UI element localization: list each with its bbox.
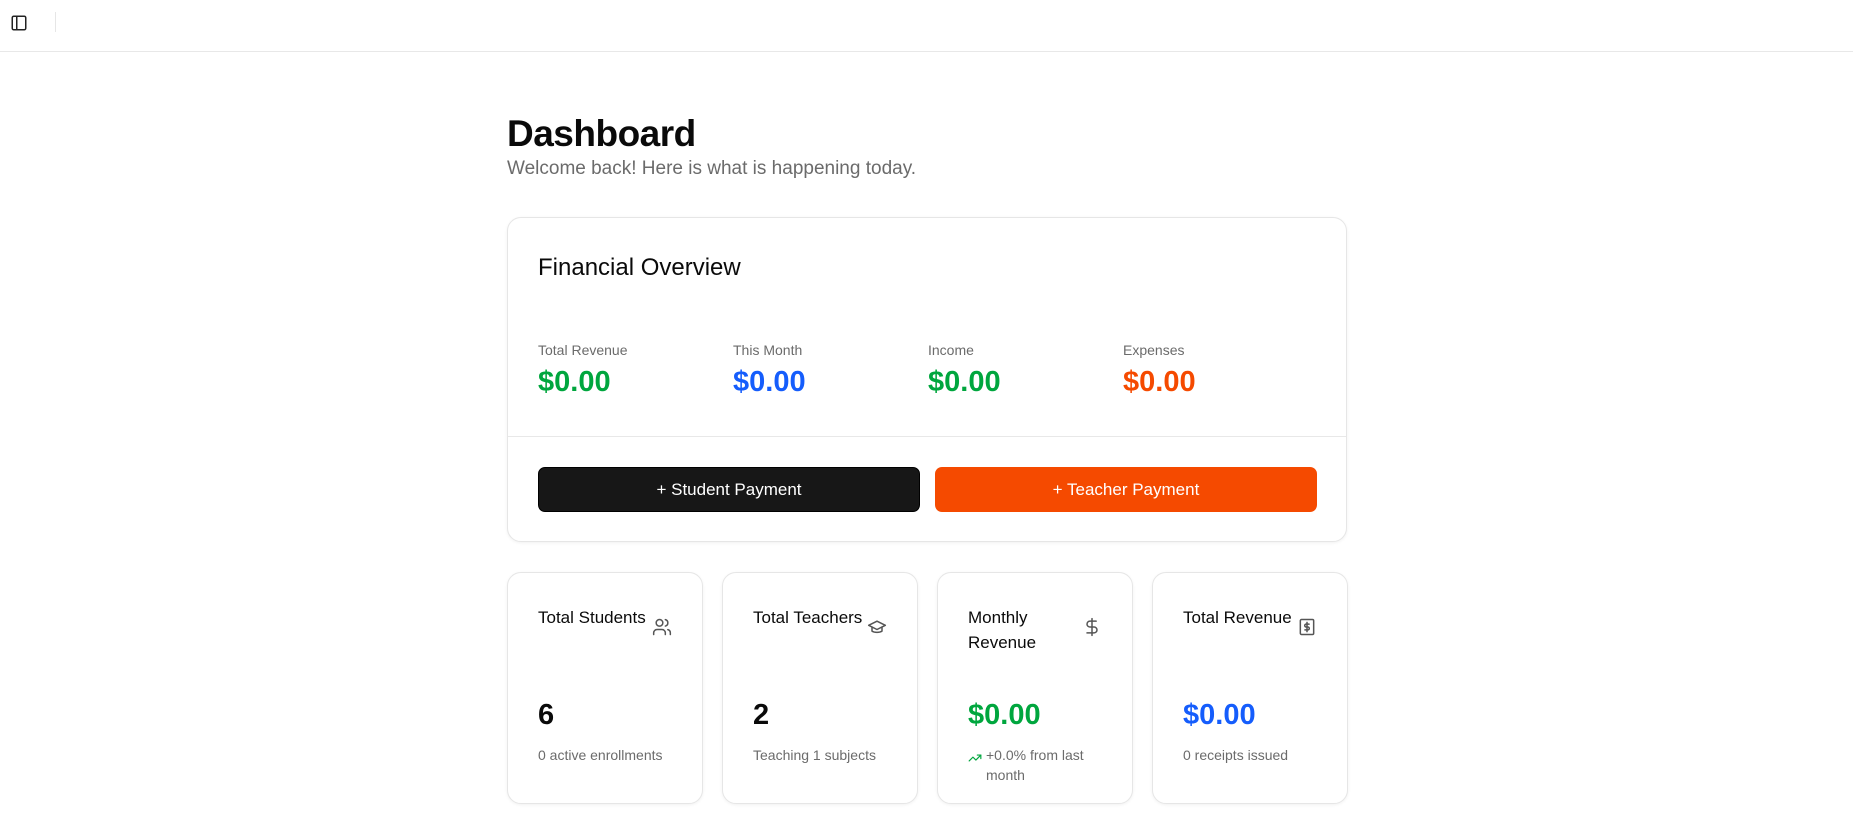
topbar-divider — [55, 12, 56, 32]
fin-stat-value: $0.00 — [733, 366, 806, 398]
fin-stat-value: $0.00 — [1123, 366, 1196, 398]
stat-card-value: 6 — [538, 699, 555, 731]
fin-stat-total-revenue: Total Revenue $0.00 — [538, 342, 733, 399]
fin-stat-label: This Month — [733, 342, 803, 358]
total-revenue-card: Total Revenue $0.00 0 receipts issued — [1152, 572, 1348, 804]
dollar-sign-icon — [1082, 617, 1102, 637]
trend-text: +0.0% from last month — [986, 747, 1084, 783]
fin-stat-value: $0.00 — [928, 366, 1001, 398]
stat-card-title: Monthly Revenue — [968, 608, 1037, 652]
fin-stat-label: Income — [928, 342, 974, 358]
stat-card-subtext: 0 receipts issued — [1183, 747, 1289, 763]
fin-stat-label: Expenses — [1123, 342, 1185, 358]
trending-up-icon — [968, 754, 982, 762]
monthly-revenue-card: Monthly Revenue $0.00 +0.0% from last mo… — [937, 572, 1133, 804]
fin-stat-expenses: Expenses $0.00 — [1123, 342, 1318, 399]
fin-stat-value: $0.00 — [538, 366, 611, 398]
stat-card-value: $0.00 — [1183, 699, 1256, 731]
stat-card-title: Total Students — [538, 608, 646, 627]
stat-cards: Total Students 6 0 active enrollments To… — [507, 572, 1348, 804]
stat-card-value: $0.00 — [968, 699, 1041, 731]
fin-stat-this-month: This Month $0.00 — [733, 342, 928, 399]
financial-overview-title: Financial Overview — [538, 254, 741, 281]
add-student-payment-button[interactable]: + Student Payment — [538, 467, 920, 512]
stat-card-subtext: 0 active enrollments — [538, 747, 663, 763]
sidebar-toggle-icon[interactable] — [8, 12, 30, 34]
users-icon — [652, 617, 672, 637]
stat-card-subtext: Teaching 1 subjects — [753, 747, 876, 763]
receipt-icon — [1297, 617, 1317, 637]
stat-card-value: 2 — [753, 699, 770, 731]
top-bar — [0, 0, 1853, 52]
financial-stats: Total Revenue $0.00 This Month $0.00 Inc… — [538, 342, 1318, 399]
graduation-cap-icon — [867, 617, 887, 637]
total-students-card: Total Students 6 0 active enrollments — [507, 572, 703, 804]
stat-card-subtext: +0.0% from last month — [968, 745, 1118, 785]
total-teachers-card: Total Teachers 2 Teaching 1 subjects — [722, 572, 918, 804]
divider — [508, 436, 1346, 437]
fin-stat-income: Income $0.00 — [928, 342, 1123, 399]
fin-stat-label: Total Revenue — [538, 342, 628, 358]
stat-card-title: Total Teachers — [753, 608, 863, 627]
stat-card-title: Total Revenue — [1183, 608, 1292, 627]
add-teacher-payment-button[interactable]: + Teacher Payment — [935, 467, 1317, 512]
main-content: Dashboard Welcome back! Here is what is … — [507, 112, 1348, 804]
financial-overview-card: Financial Overview Total Revenue $0.00 T… — [507, 217, 1347, 542]
page-title: Dashboard — [507, 113, 696, 154]
page-subtitle: Welcome back! Here is what is happening … — [507, 158, 917, 179]
